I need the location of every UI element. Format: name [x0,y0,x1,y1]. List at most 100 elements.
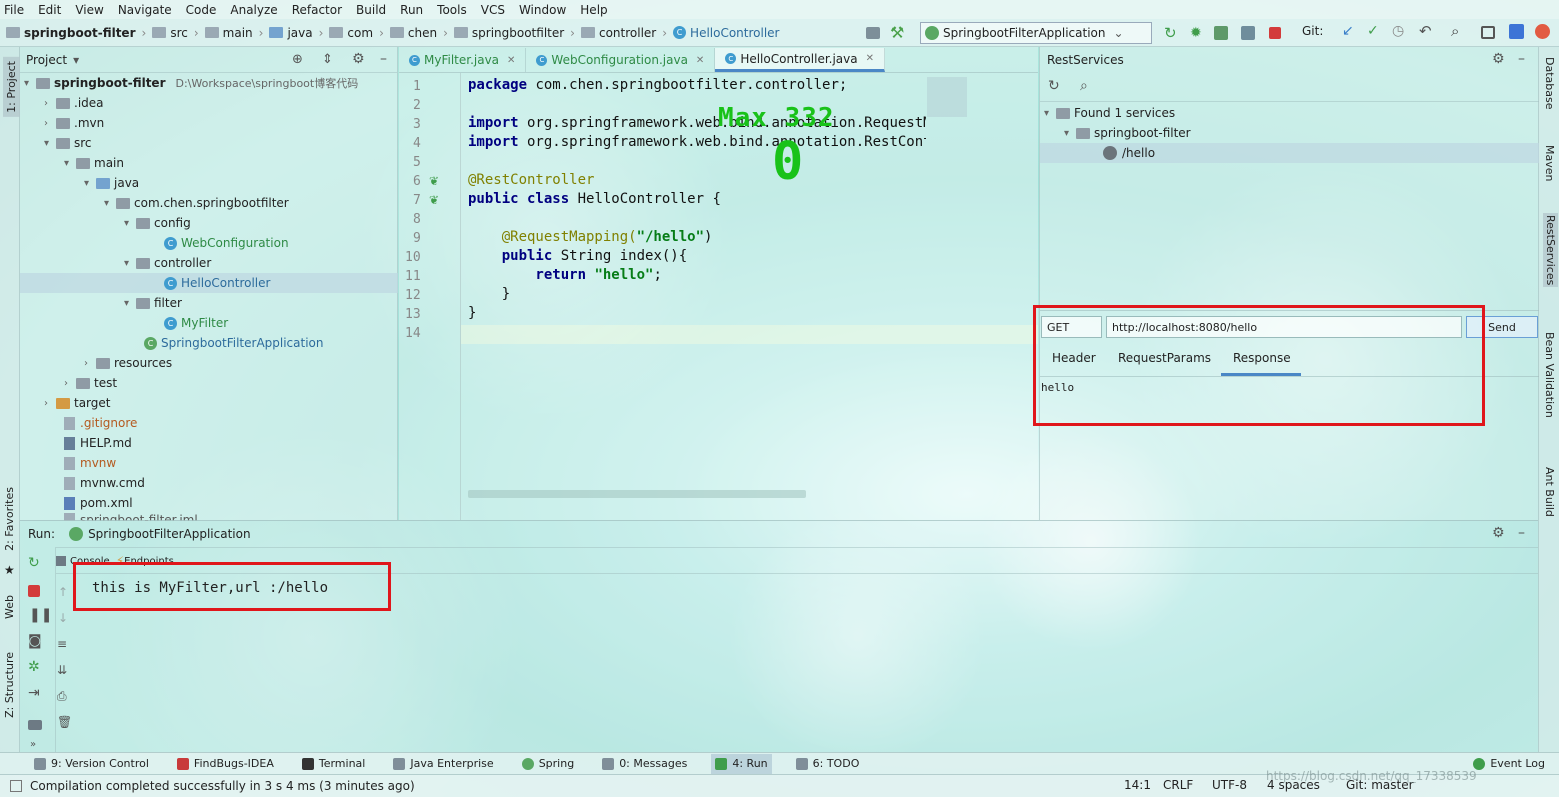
more-icon[interactable]: » [30,739,36,750]
tree-row[interactable]: .gitignore [64,413,137,433]
tree-row[interactable]: › resources [84,353,172,373]
stop-icon[interactable] [28,585,40,597]
caret-position[interactable]: 14:1 [1124,778,1151,792]
toolwindow-java-enterprise[interactable]: Java Enterprise [389,754,497,774]
tree-row[interactable]: ▾ config [124,213,191,233]
translate-icon[interactable] [1509,24,1524,39]
code-line[interactable]: return "hello"; [468,267,661,283]
code-line[interactable]: } [468,286,510,302]
bean-validation-tool-tab[interactable]: Bean Validation [1543,332,1556,418]
tree-row[interactable]: ▾ controller [124,253,211,273]
menu-vcs[interactable]: VCS [481,3,505,17]
breadcrumb-item[interactable]: chen › [389,26,448,40]
menu-edit[interactable]: Edit [38,3,61,17]
breadcrumb-item[interactable]: springboot-filter › [6,26,146,40]
editor-tab-myfilter[interactable]: C MyFilter.java ✕ [399,48,527,72]
tree-row-selected[interactable]: C HelloController [20,273,398,293]
code-line[interactable]: package com.chen.springbootfilter.contro… [468,77,847,93]
tree-row[interactable]: ▾ springboot-filter [1064,123,1191,143]
tree-row[interactable]: mvnw [64,453,116,473]
tree-row[interactable]: pom.xml [64,493,133,513]
refresh-icon[interactable]: ↻ [1048,78,1060,94]
menu-code[interactable]: Code [186,3,217,17]
presentation-icon[interactable] [1481,26,1495,39]
tree-row[interactable]: C WebConfiguration [164,233,289,253]
structure-tool-tab[interactable]: Z: Structure [3,652,16,718]
database-tool-tab[interactable]: Database [1543,57,1556,110]
ant-build-tool-tab[interactable]: Ant Build [1543,467,1556,517]
breadcrumb-item[interactable]: C HelloController [673,26,780,40]
locate-icon[interactable]: ⊕ [292,52,303,67]
menu-navigate[interactable]: Navigate [118,3,172,17]
tree-row[interactable]: ▾ filter [124,293,182,313]
toolwindow-event-log[interactable]: Event Log [1469,754,1549,774]
toolwindow-spring[interactable]: Spring [518,754,579,774]
history-icon[interactable]: ◷ [1392,23,1404,39]
menu-file[interactable]: File [4,3,24,17]
toolwindow-version-control[interactable]: 9: Version Control [30,754,153,774]
build-hammer-icon[interactable]: ⚒ [890,23,904,42]
tree-row[interactable]: ▾ java [84,173,139,193]
pause-icon[interactable]: ❚❚ [29,607,52,623]
trash-icon[interactable]: 🗑 [57,715,72,729]
print-icon[interactable]: ⎙ [57,689,67,704]
web-tool-tab[interactable]: Web [3,595,16,619]
code-line[interactable]: @RequestMapping("/hello") [468,229,713,245]
rerun-icon[interactable]: ↻ [1164,24,1177,42]
tree-row[interactable]: ▾ main [64,153,124,173]
scroll-down-icon[interactable]: ↓ [58,611,68,625]
soft-wrap-icon[interactable]: ≡ [57,637,67,651]
layout-icon[interactable] [28,720,42,730]
tree-row[interactable]: › .mvn [44,113,104,133]
stop-icon[interactable] [1269,27,1281,39]
menu-run[interactable]: Run [400,3,423,17]
tree-row[interactable]: ▾ Found 1 services [1044,103,1175,123]
code-line[interactable]: public class HelloController { [468,191,721,207]
tree-row[interactable]: › .idea [44,93,104,113]
endpoint-row[interactable]: /hello [1040,143,1539,163]
toolwindow-findbugs[interactable]: FindBugs-IDEA [173,754,278,774]
spring-bean-gutter-icon[interactable]: ❦ [429,174,439,188]
revert-icon[interactable]: ↶ [1419,22,1432,40]
layout-icon[interactable] [866,27,880,39]
spring-bean-gutter-icon[interactable]: ❦ [429,193,439,207]
chevron-down-icon[interactable]: ▾ [73,53,79,67]
project-panel-title[interactable]: Project [26,53,67,67]
git-update-icon[interactable]: ↙ [1342,23,1354,39]
debug-bug-icon[interactable]: ✹ [1190,25,1202,41]
menu-analyze[interactable]: Analyze [230,3,277,17]
hide-icon[interactable]: – [380,51,387,67]
code-line[interactable]: public String index(){ [468,248,687,264]
gear-icon[interactable]: ⚙ [352,51,365,67]
horizontal-scrollbar[interactable] [468,490,806,498]
favorites-tool-tab[interactable]: 2: Favorites [3,487,16,551]
tree-row[interactable]: ▾ src [44,133,92,153]
toolwindow-messages[interactable]: 0: Messages [598,754,691,774]
scroll-to-end-icon[interactable]: ⇊ [57,663,67,677]
search-icon[interactable]: ⌕ [1080,78,1088,94]
breadcrumb-item[interactable]: com › [329,26,384,40]
menu-tools[interactable]: Tools [437,3,467,17]
plugin-icon[interactable] [1535,24,1550,39]
menu-build[interactable]: Build [356,3,386,17]
toolwindow-terminal[interactable]: Terminal [298,754,370,774]
settings-icon[interactable]: ✲ [28,659,40,675]
breadcrumb-item[interactable]: main › [204,26,263,40]
camera-icon[interactable]: ◙ [28,633,42,649]
editor-tab-webconfiguration[interactable]: C WebConfiguration.java ✕ [526,48,716,72]
tree-row[interactable]: mvnw.cmd [64,473,145,493]
window-icon[interactable] [10,780,22,792]
toolwindow-todo[interactable]: 6: TODO [792,754,864,774]
login-icon[interactable]: ⇥ [28,685,40,701]
toolwindow-run[interactable]: 4: Run [711,753,772,774]
menu-view[interactable]: View [75,3,103,17]
file-encoding[interactable]: UTF-8 [1212,778,1247,792]
run-configuration-select[interactable]: SpringbootFilterApplication ⌄ [920,22,1152,44]
git-commit-icon[interactable]: ✓ [1367,23,1379,39]
search-icon[interactable]: ⌕ [1451,22,1459,40]
tree-row[interactable]: › target [44,393,111,413]
coverage-icon[interactable] [1214,26,1228,40]
breadcrumb-item[interactable]: src › [152,26,199,40]
restservices-tool-tab[interactable]: RestServices [1543,213,1558,288]
menu-refactor[interactable]: Refactor [292,3,342,17]
